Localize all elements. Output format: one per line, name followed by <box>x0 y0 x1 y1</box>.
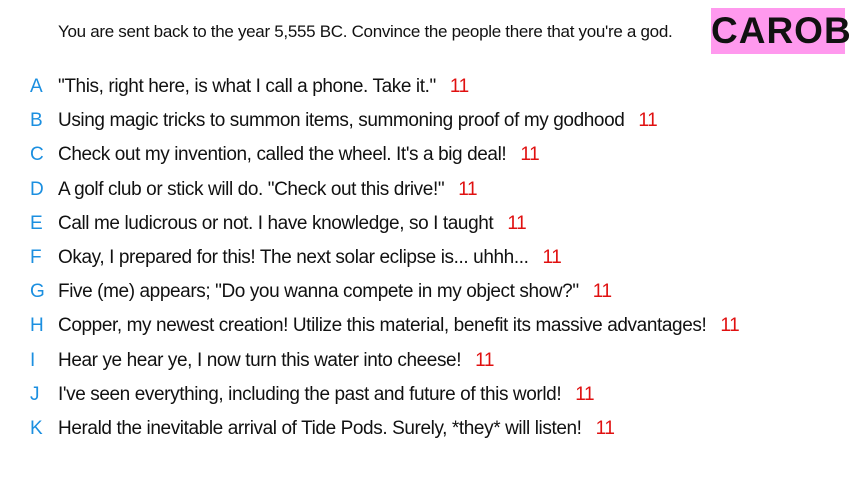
answer-score: 11 <box>720 315 740 337</box>
answer-text: Check out my invention, called the wheel… <box>58 144 507 166</box>
answer-row: B Using magic tricks to summon items, su… <box>0 104 853 138</box>
answer-row: F Okay, I prepared for this! The next so… <box>0 241 853 275</box>
answer-text: Hear ye hear ye, I now turn this water i… <box>58 349 462 371</box>
answer-text: A golf club or stick will do. "Check out… <box>58 178 445 200</box>
prompt-text: You are sent back to the year 5,555 BC. … <box>58 22 673 41</box>
answer-score: 11 <box>592 281 612 303</box>
answer-text-wrap: Call me ludicrous or not. I have knowled… <box>58 207 527 241</box>
answer-text-wrap: Five (me) appears; "Do you wanna compete… <box>58 275 612 309</box>
answer-row: G Five (me) appears; "Do you wanna compe… <box>0 275 853 309</box>
answer-letter: H <box>30 315 44 337</box>
answer-text-wrap: A golf club or stick will do. "Check out… <box>58 173 478 207</box>
answer-row: I Hear ye hear ye, I now turn this water… <box>0 344 853 378</box>
answer-letter: K <box>30 417 43 439</box>
answer-text-wrap: Herald the inevitable arrival of Tide Po… <box>58 412 615 446</box>
answer-text: Okay, I prepared for this! The next sola… <box>58 246 529 268</box>
answer-row: K Herald the inevitable arrival of Tide … <box>0 412 853 446</box>
answer-letter: I <box>30 349 36 371</box>
answer-text: Herald the inevitable arrival of Tide Po… <box>58 417 582 439</box>
answer-score: 11 <box>449 76 469 97</box>
answer-letter: J <box>30 383 40 405</box>
answer-letter: G <box>30 281 45 303</box>
answer-row: H Copper, my newest creation! Utilize th… <box>0 309 853 343</box>
answer-score: 11 <box>507 212 527 234</box>
answer-letter: A <box>30 76 43 97</box>
answer-text: Using magic tricks to summon items, summ… <box>58 110 625 132</box>
answer-score: 11 <box>458 178 478 200</box>
answer-row: D A golf club or stick will do. "Check o… <box>0 173 853 207</box>
answer-text-wrap: I've seen everything, including the past… <box>58 378 595 412</box>
answer-row: E Call me ludicrous or not. I have knowl… <box>0 207 853 241</box>
answer-text-wrap: Check out my invention, called the wheel… <box>58 138 540 172</box>
answer-text: "This, right here, is what I call a phon… <box>58 76 436 97</box>
answer-text: Call me ludicrous or not. I have knowled… <box>58 212 494 234</box>
answer-text-wrap: Using magic tricks to summon items, summ… <box>58 104 658 138</box>
answer-score: 11 <box>520 144 540 166</box>
answer-text-wrap: Hear ye hear ye, I now turn this water i… <box>58 344 494 378</box>
answer-letter: C <box>30 144 44 166</box>
answer-score: 11 <box>575 383 595 405</box>
answer-text: Copper, my newest creation! Utilize this… <box>58 315 707 337</box>
answer-row: C Check out my invention, called the whe… <box>0 138 853 172</box>
answer-letter: B <box>30 110 43 132</box>
answer-letter: E <box>30 212 43 234</box>
answer-list: A "This, right here, is what I call a ph… <box>0 70 853 446</box>
answer-text-wrap: "This, right here, is what I call a phon… <box>58 70 469 104</box>
answer-score: 11 <box>542 246 562 268</box>
answer-letter: D <box>30 178 44 200</box>
carob-tag: CAROB <box>711 8 851 54</box>
answer-score: 11 <box>638 110 658 132</box>
answer-letter: F <box>30 246 42 268</box>
answer-row: J I've seen everything, including the pa… <box>0 378 853 412</box>
answer-row: A "This, right here, is what I call a ph… <box>0 70 853 104</box>
answer-text-wrap: Copper, my newest creation! Utilize this… <box>58 309 740 343</box>
answer-score: 11 <box>595 417 615 439</box>
answer-score: 11 <box>475 349 495 371</box>
answer-text-wrap: Okay, I prepared for this! The next sola… <box>58 241 562 275</box>
answer-text: Five (me) appears; "Do you wanna compete… <box>58 281 579 303</box>
answer-text: I've seen everything, including the past… <box>58 383 562 405</box>
